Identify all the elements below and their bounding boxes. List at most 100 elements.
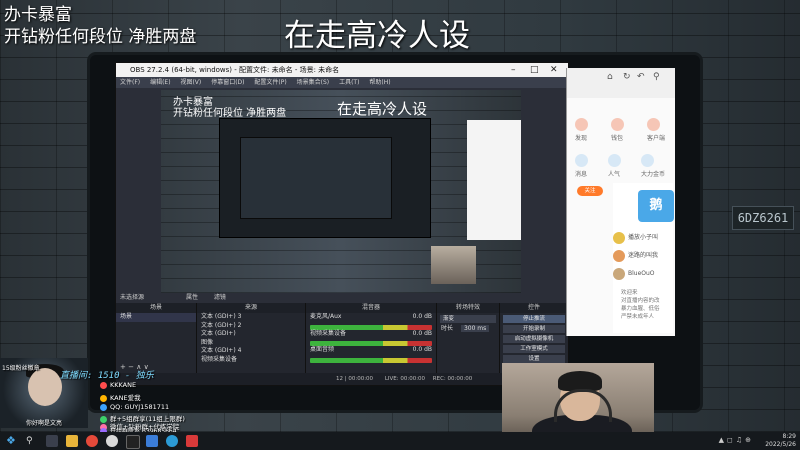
menu-tools[interactable]: 工具(T) — [339, 79, 359, 86]
controls-header: 控件 — [500, 303, 568, 313]
chrome-icon[interactable] — [86, 435, 98, 447]
avatar — [613, 267, 625, 280]
game-icon[interactable] — [186, 435, 198, 447]
menu-profile[interactable]: 配置文件(P) — [254, 79, 286, 86]
channel-db: 0.0 dB — [412, 329, 432, 337]
mixer-channel: 视频采集设备 0.0 dB — [306, 330, 436, 339]
browser-tiles: 发现 钱包 客户端 消息 人气 大力金币 — [575, 118, 665, 178]
virtual-camera-button[interactable]: 启动虚拟摄像机 — [503, 335, 565, 343]
transitions-dock: 转场特效 渐变 时长 300 ms — [437, 303, 500, 373]
duration-label: 时长 — [441, 325, 454, 332]
no-source-label: 未选择源 — [120, 294, 145, 301]
chat-row[interactable]: 迷路的叫我 — [613, 247, 673, 265]
back-icon[interactable]: ↶ — [637, 72, 645, 82]
source-toolbar: 未选择源 属性 滤镜 — [116, 293, 568, 303]
wall-sign: 6DZ6261 — [732, 206, 794, 230]
preview-nested-inner — [240, 137, 392, 219]
status-rec: REC: 00:00:00 — [432, 376, 473, 382]
tile-coins[interactable]: 大力金币 — [640, 154, 665, 178]
search-icon[interactable]: ⚲ — [26, 435, 38, 447]
channel-name: 麦克风/Aux — [310, 313, 342, 320]
tile-message[interactable]: 消息 — [575, 154, 588, 178]
channel-name: 桌面音频 — [310, 346, 335, 353]
headset-icon — [554, 389, 612, 422]
menu-file[interactable]: 文件(F) — [120, 79, 140, 86]
source-item[interactable]: 文本 (GDI+) — [197, 330, 305, 339]
maximize-icon[interactable]: □ — [530, 63, 539, 77]
menu-scene-collection[interactable]: 场景集合(S) — [297, 79, 330, 86]
fan-badge: 15级粉丝徽章 — [2, 365, 40, 372]
obs-title: OBS 27.2.4 (64-bit, windows) - 配置文件: 未命名… — [130, 66, 340, 74]
app-icon[interactable] — [146, 435, 158, 447]
filters-button[interactable]: 滤镜 — [214, 294, 226, 301]
folder-icon[interactable] — [66, 435, 78, 447]
message-icon — [575, 154, 588, 167]
preview-webcam — [431, 246, 476, 284]
status-extra: 12 | 00:00:00 — [336, 376, 374, 382]
overlay-headline: 在走高冷人设 — [284, 18, 470, 54]
close-icon[interactable]: ✕ — [550, 63, 558, 77]
properties-button[interactable]: 属性 — [186, 294, 198, 301]
menu-view[interactable]: 视图(V) — [180, 79, 201, 86]
duration-input[interactable]: 300 ms — [460, 325, 490, 332]
avatar-label: 你好啊是文亮 — [25, 420, 62, 427]
status-live: LIVE: 00:00:00 — [384, 376, 426, 382]
transition-select[interactable]: 渐变 — [440, 315, 496, 323]
source-item[interactable]: 图像 — [197, 339, 305, 348]
info-dot — [100, 394, 107, 402]
source-item[interactable]: 文本 (GDI+) 2 — [197, 322, 305, 331]
tile-wallet[interactable]: 钱包 — [610, 118, 624, 142]
info-dot — [100, 403, 107, 411]
scenes-dock: 场景 场景 + − ∧ ∨ — [116, 303, 197, 373]
home-icon[interactable]: ⌂ — [607, 72, 613, 82]
avatar — [613, 231, 625, 244]
source-item[interactable]: 文本 (GDI+) 3 — [197, 313, 305, 322]
system-tray-icons[interactable]: ▲◻♫⊕ — [719, 436, 754, 444]
duration-row: 时长 300 ms — [437, 325, 499, 334]
sources-dock: 来源 文本 (GDI+) 3 文本 (GDI+) 2 文本 (GDI+) 图像 … — [197, 303, 306, 373]
volume-meter[interactable] — [310, 357, 432, 363]
chat-row[interactable]: 播放小子叫 — [613, 229, 673, 247]
terminal-icon[interactable] — [126, 435, 140, 449]
overlay-line2: 开钻粉任何段位 净胜两盘 — [4, 27, 197, 47]
brand-logo: 鹅 — [638, 190, 674, 222]
info-dot — [100, 381, 107, 389]
browser-toolbar: ⌂ ↻ ↶ ⚲ — [567, 68, 675, 98]
wallet-icon — [610, 118, 624, 131]
menu-edit[interactable]: 编辑(E) — [150, 79, 170, 86]
obs-menu-bar: 文件(F) 编辑(E) 视图(V) 停靠窗口(D) 配置文件(P) 场景集合(S… — [116, 77, 568, 88]
tile-discover[interactable]: 发现 — [575, 118, 588, 142]
search-icon[interactable]: ⚲ — [653, 72, 660, 82]
taskbar: ❖ ⚲ ▲◻♫⊕ 8:29 2022/5/26 — [0, 432, 800, 450]
room-banner: 直播间: 1510 - 独乐 — [60, 371, 154, 381]
channel-name: 视频采集设备 — [310, 329, 347, 337]
preview-headline: 在走高冷人设 — [337, 100, 428, 118]
minimize-icon[interactable]: – — [511, 63, 516, 77]
refresh-icon[interactable]: ↻ — [623, 72, 631, 82]
tile-popular[interactable]: 人气 — [607, 154, 621, 178]
client-icon — [646, 118, 660, 131]
start-recording-button[interactable]: 开始录制 — [503, 325, 565, 333]
windows-start-icon[interactable]: ❖ — [6, 435, 18, 447]
tile-client[interactable]: 客户端 — [646, 118, 665, 142]
taskview-icon[interactable] — [46, 435, 58, 447]
chat-row[interactable]: BlueOuO — [613, 265, 673, 283]
sources-header: 来源 — [197, 303, 305, 313]
source-item[interactable]: 文本 (GDI+) 4 — [197, 347, 305, 356]
avatar — [613, 249, 625, 262]
scene-item[interactable]: 场景 — [116, 313, 196, 322]
menu-docks[interactable]: 停靠窗口(D) — [211, 79, 244, 86]
studio-mode-button[interactable]: 工作室模式 — [503, 345, 565, 353]
settings-button[interactable]: 设置 — [503, 355, 565, 363]
browser-icon[interactable] — [166, 435, 178, 447]
coins-icon — [640, 154, 654, 167]
stop-streaming-button[interactable]: 停止推流 — [503, 315, 565, 323]
preview-browser-capture — [467, 120, 521, 240]
clock[interactable]: 8:29 2022/5/26 — [765, 433, 796, 449]
obs-icon[interactable] — [106, 435, 118, 447]
source-item[interactable]: 视频采集设备 — [197, 356, 305, 365]
obs-preview[interactable]: 办卡暴富 开钻粉任何段位 净胜两盘 在走高冷人设 — [161, 90, 521, 293]
transitions-header: 转场特效 — [437, 303, 499, 313]
follow-button[interactable]: 关注 — [577, 186, 603, 196]
menu-help[interactable]: 帮助(H) — [369, 79, 390, 86]
